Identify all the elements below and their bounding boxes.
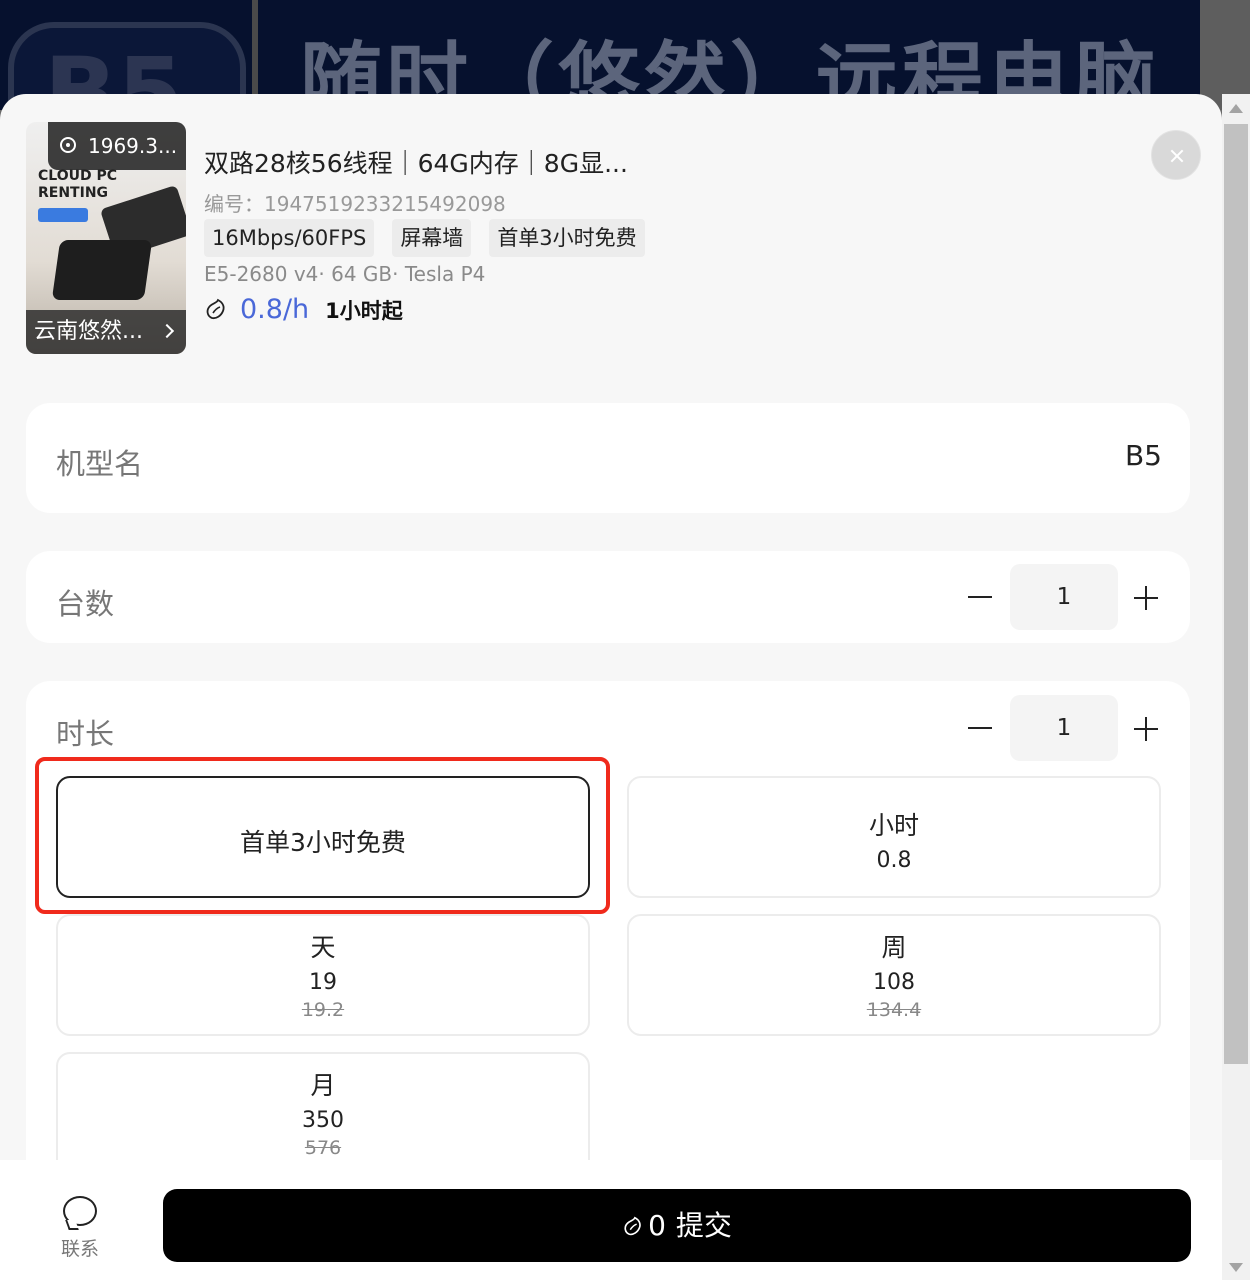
duration-label: 时长 <box>56 717 115 751</box>
quantity-decrease-button[interactable] <box>966 586 994 608</box>
mini-pc-image <box>51 240 153 300</box>
option-name: 月 <box>310 1071 336 1100</box>
option-price: 350 <box>302 1108 344 1133</box>
option-original-price: 134.4 <box>866 999 922 1021</box>
duration-option-week[interactable]: 周 108 134.4 <box>627 914 1161 1036</box>
product-title: 双路28核56线程｜64G内存｜8G显... <box>204 149 628 178</box>
minimum-rent: 1小时起 <box>325 299 403 323</box>
product-tags: 16Mbps/60FPS 屏幕墙 首单3小时免费 <box>204 219 645 257</box>
scroll-down-arrow-icon[interactable] <box>1229 1263 1243 1272</box>
duration-value[interactable]: 1 <box>1010 695 1118 761</box>
option-name: 天 <box>310 933 336 962</box>
option-original-price: 19.2 <box>301 999 345 1021</box>
scroll-up-arrow-icon[interactable] <box>1229 104 1243 113</box>
option-price: 0.8 <box>876 848 912 873</box>
location-badge: 1969.3... <box>48 122 186 170</box>
bottom-action-bar: 联系 0 提交 <box>0 1160 1222 1280</box>
product-price: 0.8/h <box>240 294 310 325</box>
tag-bandwidth: 16Mbps/60FPS <box>204 219 375 257</box>
location-pin-icon <box>60 137 76 153</box>
chat-bubble-icon <box>63 1196 97 1226</box>
model-card: 机型名 B5 <box>26 403 1190 513</box>
model-label: 机型名 <box>56 447 144 481</box>
duration-decrease-button[interactable] <box>966 717 994 739</box>
close-button[interactable] <box>1151 130 1201 180</box>
tag-screen-wall: 屏幕墙 <box>392 219 472 257</box>
option-name: 周 <box>881 933 907 962</box>
duration-increase-button[interactable] <box>1132 715 1160 743</box>
quantity-card: 台数 1 <box>26 551 1190 643</box>
store-name: 云南悠然... <box>34 319 143 344</box>
product-id-value: 1947519233215492098 <box>264 192 506 216</box>
option-price: 19 <box>309 970 337 995</box>
quantity-stepper: 1 <box>966 564 1166 630</box>
location-text: 1969.3... <box>88 134 178 158</box>
duration-stepper: 1 <box>966 695 1166 761</box>
selection-highlight-box <box>35 757 610 914</box>
product-price-row: 0.8/h 1小时起 <box>204 294 403 325</box>
contact-button[interactable]: 联系 <box>52 1196 108 1261</box>
contact-label: 联系 <box>60 1238 99 1260</box>
product-id-label: 编号： <box>204 192 264 216</box>
option-name: 小时 <box>868 811 919 840</box>
thumbnail-brand-text: CLOUD PC RENTING <box>38 168 117 201</box>
store-link[interactable]: 云南悠然... <box>26 310 186 354</box>
submit-label: 提交 <box>675 1209 732 1242</box>
thumbnail-rent-badge <box>38 208 88 222</box>
quantity-increase-button[interactable] <box>1132 584 1160 612</box>
order-sheet: CLOUD PC RENTING 1969.3... 云南悠然... 双路28核… <box>0 94 1222 1280</box>
bean-currency-icon <box>624 1216 641 1235</box>
option-original-price: 576 <box>304 1137 342 1159</box>
duration-option-hour[interactable]: 小时 0.8 <box>627 776 1161 898</box>
submit-cost: 0 <box>648 1209 666 1242</box>
model-value: B5 <box>1124 439 1162 472</box>
tag-first-order-free: 首单3小时免费 <box>489 219 645 257</box>
product-spec: E5-2680 v4· 64 GB· Tesla P4 <box>204 262 486 286</box>
duration-option-month[interactable]: 月 350 576 <box>56 1052 590 1174</box>
scrollbar-thumb[interactable] <box>1224 124 1248 1064</box>
chevron-right-icon <box>159 323 175 339</box>
option-price: 108 <box>873 970 915 995</box>
scrollbar[interactable] <box>1222 94 1250 1280</box>
quantity-value[interactable]: 1 <box>1010 564 1118 630</box>
duration-option-day[interactable]: 天 19 19.2 <box>56 914 590 1036</box>
product-thumbnail[interactable]: CLOUD PC RENTING 1969.3... 云南悠然... <box>26 122 186 354</box>
submit-button[interactable]: 0 提交 <box>163 1189 1191 1262</box>
bean-currency-icon <box>206 298 225 320</box>
product-id: 编号：1947519233215492098 <box>204 188 506 217</box>
quantity-label: 台数 <box>56 587 115 621</box>
